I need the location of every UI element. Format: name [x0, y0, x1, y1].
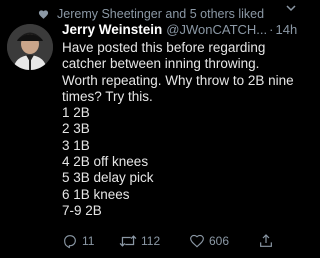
reply-icon	[64, 235, 76, 249]
share-icon	[260, 234, 272, 247]
chevron-down-icon[interactable]	[286, 4, 296, 12]
tweet-actions: 11 112 606	[62, 232, 287, 250]
tweet-body: Have posted this before regarding catche…	[62, 40, 294, 218]
like-button[interactable]: 606	[189, 233, 229, 249]
reply-button[interactable]: 11	[62, 233, 94, 249]
tweet-header: Jerry Weinstein @JWonCATCH... · 14h	[62, 22, 298, 39]
timestamp[interactable]: 14h	[275, 22, 297, 37]
like-count: 606	[209, 234, 230, 248]
tweet-content: Jerry Weinstein @JWonCATCH... · 14h Have…	[62, 22, 298, 219]
display-name[interactable]: Jerry Weinstein	[62, 22, 162, 37]
reply-count: 11	[82, 234, 95, 248]
share-button[interactable]	[258, 233, 274, 249]
social-context-text: Jeremy Sheetinger and 5 others liked	[57, 7, 265, 21]
like-heart-icon	[190, 234, 204, 248]
retweet-button[interactable]: 112	[119, 233, 160, 249]
social-context[interactable]: Jeremy Sheetinger and 5 others liked	[38, 6, 264, 22]
user-handle[interactable]: @JWonCATCH...	[166, 22, 267, 37]
retweet-count: 112	[141, 234, 161, 248]
avatar-image	[7, 24, 53, 70]
separator-dot: ·	[269, 22, 274, 37]
retweet-icon	[119, 235, 137, 247]
tweet-card[interactable]: Jeremy Sheetinger and 5 others liked Jer…	[0, 0, 300, 258]
heart-icon	[38, 9, 49, 19]
avatar[interactable]	[7, 24, 53, 70]
